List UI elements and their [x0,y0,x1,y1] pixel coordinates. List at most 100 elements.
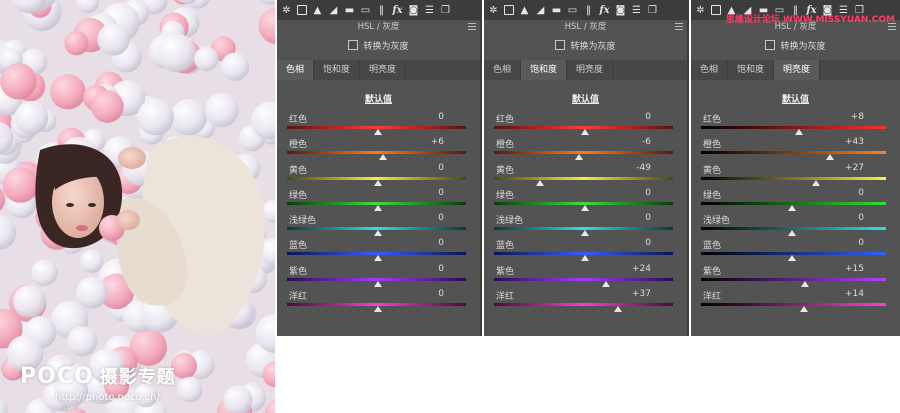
slider-track[interactable] [494,176,673,180]
tab-luminance[interactable]: 明亮度 [774,60,821,80]
slider-section: 默认值 红色 0 橙色 -6 黄色 -49 绿色 0 浅绿色 0 蓝色 0 紫色 +24 洋红 +37 [484,80,687,313]
slider-row: 浅绿色 0 [285,210,472,237]
slider-value[interactable]: +15 [845,264,864,274]
aperture-icon[interactable]: ✲ [281,5,292,16]
hsl-icon[interactable]: ▬ [344,5,355,16]
default-button[interactable]: 默认值 [699,92,892,105]
ball [97,23,130,56]
slider-track[interactable] [701,176,886,180]
grayscale-toggle[interactable]: 转换为灰度 [277,34,480,56]
ball [67,326,98,357]
aperture-icon[interactable]: ✲ [695,5,706,16]
ball [220,52,249,81]
grid-icon[interactable] [504,5,514,15]
tone-curve-icon[interactable]: ▲ [519,5,530,16]
split-toning-icon[interactable]: ▭ [360,5,371,16]
slider-track[interactable] [701,151,886,155]
hsl-panels: ✲ ▲ ◢ ▬ ▭ ‖ fx ◙ ☰ ❐ HSL / 灰度 转换为灰度 色相 饱和… [277,0,900,336]
tab-luminance[interactable]: 明亮度 [360,60,407,80]
ball [91,90,124,123]
panel-menu-icon[interactable] [468,23,476,30]
slider-value[interactable]: +43 [845,137,864,147]
slider-value[interactable]: +27 [845,163,864,173]
ball [31,259,58,286]
grayscale-checkbox[interactable] [765,40,776,50]
grid-icon[interactable] [711,5,721,15]
slider-value[interactable]: +14 [845,289,864,299]
snapshots-icon[interactable]: ❐ [440,5,451,16]
slider-value[interactable]: +24 [632,264,651,274]
slider-value[interactable]: 0 [438,289,444,299]
camera-icon[interactable]: ◙ [408,5,419,16]
tone-curve-icon[interactable]: ▲ [312,5,323,16]
fx-icon[interactable]: fx [392,5,403,16]
grid-icon[interactable] [297,5,307,15]
slider-value[interactable]: -49 [636,163,651,173]
tab-saturation[interactable]: 饱和度 [728,60,775,80]
slider-value[interactable]: 0 [438,188,444,198]
snapshots-icon[interactable]: ❐ [647,5,658,16]
slider-label: 蓝色 [496,241,515,252]
slider-value[interactable]: 0 [645,188,651,198]
slider-value[interactable]: -6 [642,137,651,147]
slider-value[interactable]: 0 [438,238,444,248]
slider-row: 蓝色 0 [492,235,679,262]
panel-title: HSL / 灰度 [484,20,687,34]
grayscale-checkbox[interactable] [348,40,359,50]
grayscale-toggle[interactable]: 转换为灰度 [691,34,900,56]
slider-list: 红色 +8 橙色 +43 黄色 +27 绿色 0 浅绿色 0 蓝色 0 紫色 +15 洋红 +14 [699,109,892,313]
detail-icon[interactable]: ◢ [328,5,339,16]
slider-value[interactable]: 0 [438,163,444,173]
slider-value[interactable]: +37 [632,289,651,299]
slider-value[interactable]: 0 [858,188,864,198]
slider-row: 绿色 0 [699,185,892,211]
hsl-tabs: 色相 饱和度 明亮度 [277,60,480,80]
slider-value[interactable]: +8 [851,112,864,122]
detail-icon[interactable]: ◢ [535,5,546,16]
slider-label: 紫色 [496,266,515,277]
slider-value[interactable]: 0 [645,238,651,248]
camera-icon[interactable]: ◙ [615,5,626,16]
slider-track[interactable] [701,126,886,129]
tab-saturation[interactable]: 饱和度 [314,60,361,80]
slider-label: 橙色 [703,140,722,151]
lens-icon[interactable]: ‖ [376,5,387,16]
split-toning-icon[interactable]: ▭ [567,5,578,16]
slider-value[interactable]: 0 [438,264,444,274]
slider-value[interactable]: 0 [438,112,444,122]
slider-row: 红色 0 [492,109,679,135]
grayscale-checkbox[interactable] [555,40,566,50]
aperture-icon[interactable]: ✲ [488,5,499,16]
slider-track[interactable] [494,277,673,281]
default-button[interactable]: 默认值 [492,92,679,105]
ball [137,98,174,136]
slider-track[interactable] [287,151,466,155]
slider-value[interactable]: 0 [645,213,651,223]
tab-hue[interactable]: 色相 [691,60,729,80]
presets-icon[interactable]: ☰ [424,5,435,16]
panel-menu-icon[interactable] [675,23,683,30]
hsl-icon[interactable]: ▬ [551,5,562,16]
slider-value[interactable]: 0 [438,213,444,223]
slider-value[interactable]: 0 [858,213,864,223]
tab-saturation[interactable]: 饱和度 [521,60,568,80]
tab-luminance[interactable]: 明亮度 [567,60,614,80]
lens-icon[interactable]: ‖ [583,5,594,16]
fx-icon[interactable]: fx [599,5,610,16]
tab-hue[interactable]: 色相 [484,60,522,80]
slider-row: 蓝色 0 [699,235,892,262]
slider-thumb[interactable] [800,306,809,313]
slider-value[interactable]: +6 [431,137,444,147]
slider-track[interactable] [494,303,673,307]
grayscale-toggle[interactable]: 转换为灰度 [484,34,687,56]
slider-value[interactable]: 0 [858,238,864,248]
slider-value[interactable]: 0 [645,112,651,122]
slider-track[interactable] [701,303,886,307]
slider-thumb[interactable] [373,306,382,313]
slider-track[interactable] [494,151,673,155]
tab-hue[interactable]: 色相 [277,60,315,80]
slider-track[interactable] [701,277,886,281]
presets-icon[interactable]: ☰ [631,5,642,16]
slider-thumb[interactable] [613,306,622,313]
default-button[interactable]: 默认值 [285,92,472,105]
